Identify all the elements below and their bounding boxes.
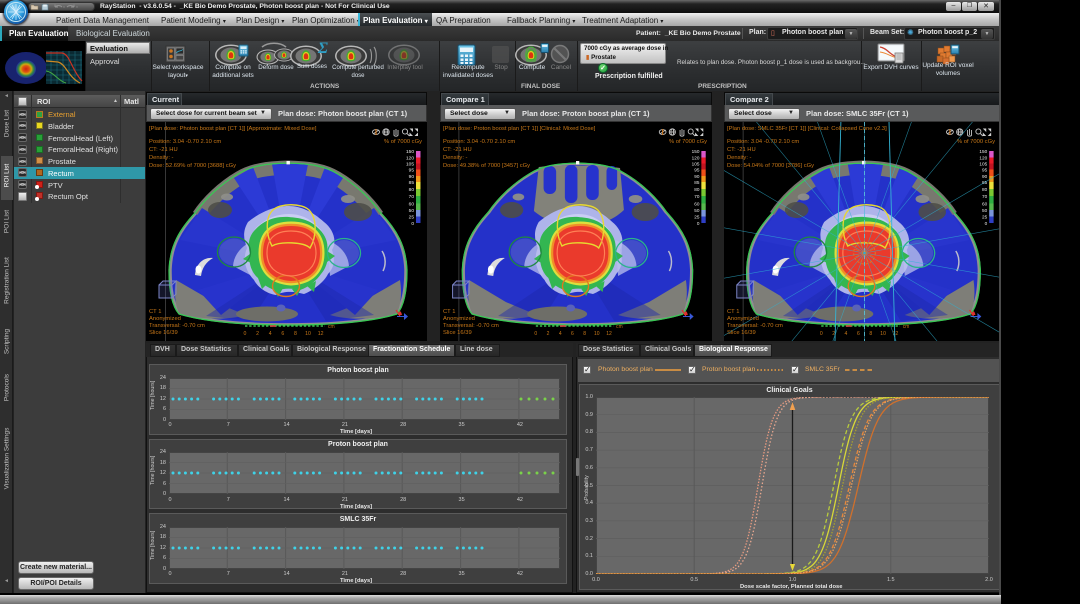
svg-text:Σ: Σ [317, 41, 328, 57]
